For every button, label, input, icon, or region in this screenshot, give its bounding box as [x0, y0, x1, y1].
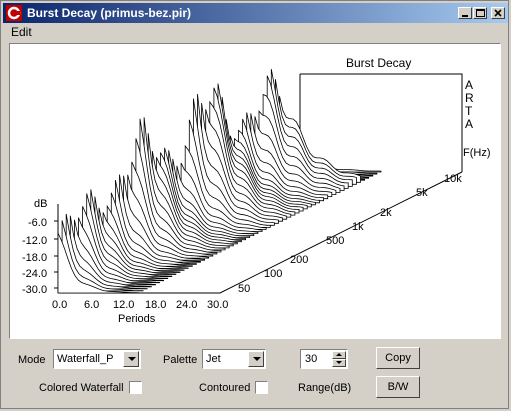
contoured-checkbox[interactable] — [255, 381, 268, 394]
period-tick: 30.0 — [207, 299, 229, 311]
db-axis-label: dB — [34, 198, 48, 210]
maximize-button[interactable] — [473, 7, 487, 19]
period-tick: 6.0 — [84, 299, 100, 311]
freq-tick: 5k — [416, 187, 428, 199]
mode-select[interactable]: Waterfall_P — [53, 349, 141, 369]
freq-tick: 2k — [380, 207, 392, 219]
period-tick: 18.0 — [145, 299, 167, 311]
colored-waterfall-checkbox[interactable] — [129, 381, 142, 394]
db-tick: -24.0 — [22, 268, 48, 280]
contoured-label: Contoured — [199, 382, 251, 394]
mode-label: Mode — [18, 354, 46, 366]
maximize-icon — [476, 9, 485, 17]
app-icon[interactable] — [6, 5, 22, 21]
back-frame — [300, 73, 463, 172]
close-icon — [494, 9, 502, 17]
menu-edit[interactable]: Edit — [11, 25, 32, 39]
window-title: Burst Decay (primus-bez.pir) — [27, 6, 192, 20]
freq-tick: 10k — [444, 173, 462, 185]
period-tick: 12.0 — [113, 299, 135, 311]
menu-bar: Edit — [3, 23, 508, 41]
freq-tick: 200 — [290, 254, 309, 266]
copy-button[interactable]: Copy — [376, 347, 420, 369]
arta-letter-t: T — [465, 104, 473, 118]
range-spinner[interactable]: 30 — [300, 349, 348, 369]
spin-down-icon[interactable] — [332, 359, 346, 367]
db-tick: -6.0 — [28, 217, 47, 229]
close-button[interactable] — [491, 7, 505, 19]
range-value: 30 — [305, 353, 318, 365]
mode-value: Waterfall_P — [57, 353, 114, 365]
chevron-down-icon[interactable] — [123, 351, 139, 367]
title-bar[interactable]: Burst Decay (primus-bez.pir) — [3, 3, 508, 23]
bw-button[interactable]: B/W — [376, 376, 420, 398]
period-tick: 24.0 — [176, 299, 198, 311]
palette-select[interactable]: Jet — [202, 349, 266, 369]
freq-tick: 500 — [326, 235, 345, 247]
chart-title: Burst Decay — [346, 56, 412, 70]
arta-letter-a2: A — [465, 117, 474, 131]
minimize-icon — [462, 15, 468, 17]
db-tick: -30.0 — [22, 284, 48, 296]
palette-label: Palette — [163, 354, 198, 366]
minimize-button[interactable] — [458, 7, 472, 19]
palette-value: Jet — [206, 353, 221, 365]
freq-tick: 100 — [264, 268, 283, 280]
main-window: Burst Decay (primus-bez.pir) Edit Burst … — [0, 0, 509, 409]
burst-decay-plot: Burst Decay A R T A F(Hz) dB -6.0 -12.0 … — [9, 43, 501, 339]
arta-letter-a1: A — [465, 78, 474, 92]
colored-waterfall-label: Colored Waterfall — [39, 382, 124, 394]
freq-tick: 50 — [238, 283, 251, 295]
spin-up-icon[interactable] — [332, 351, 346, 359]
range-label: Range(dB) — [298, 382, 352, 394]
chevron-down-icon[interactable] — [248, 351, 264, 367]
freq-tick: 1k — [352, 221, 364, 233]
db-tick: -12.0 — [22, 235, 48, 247]
period-tick: 0.0 — [52, 299, 68, 311]
db-tick: -18.0 — [22, 252, 48, 264]
arta-letter-r: R — [465, 91, 474, 105]
periods-axis-label: Periods — [118, 313, 156, 325]
frequency-axis-label: F(Hz) — [463, 147, 491, 159]
